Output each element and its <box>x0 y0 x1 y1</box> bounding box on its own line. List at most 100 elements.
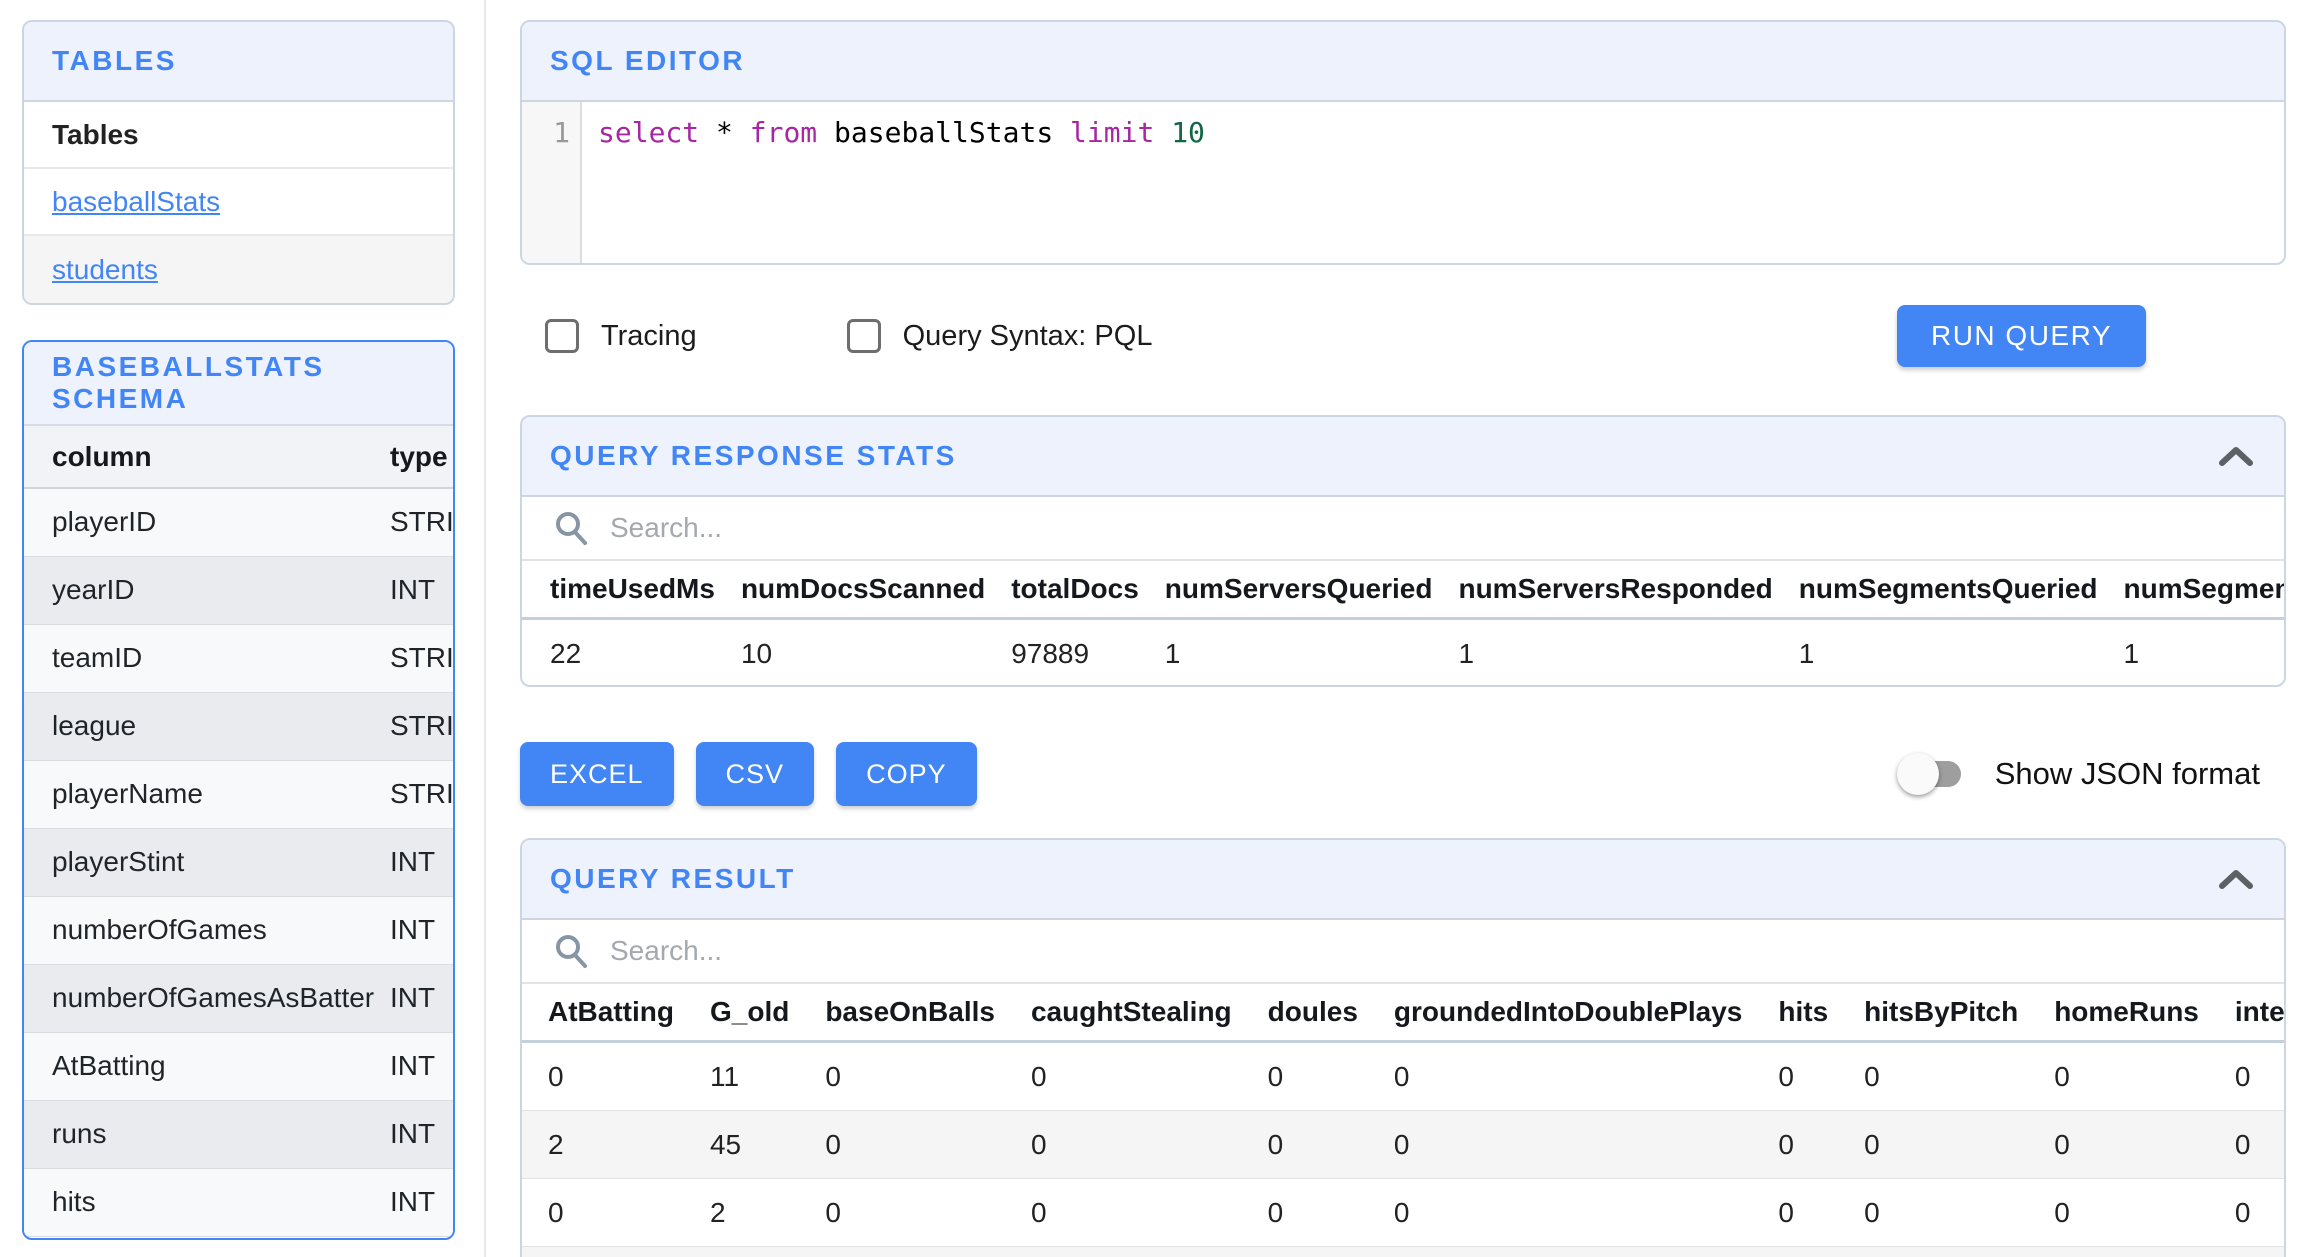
stats-cell: 1 <box>2123 638 2140 669</box>
result-cell: 0 <box>1393 1060 1410 1092</box>
result-cell <box>522 1247 710 1257</box>
query-response-stats-panel: QUERY RESPONSE STATS timeUsedMsnumDocsSc… <box>520 415 2286 687</box>
result-row <box>522 1246 2284 1257</box>
table-link-baseballStats[interactable]: baseballStats <box>52 186 220 218</box>
stats-table: timeUsedMs numDocsScanned totalDocs numServ… <box>522 561 2284 685</box>
schema-column-type: INT <box>390 982 436 1013</box>
result-column-header[interactable]: baseOnBalls <box>825 984 1031 1043</box>
schema-row: numberOfGamesAsBatter INT <box>24 964 453 1032</box>
stats-column-header[interactable]: timeUsedMs <box>522 561 741 620</box>
sql-query-text[interactable]: select * from baseballStats limit 10 <box>582 102 2284 263</box>
result-cell <box>710 1247 825 1257</box>
json-toggle-group: Show JSON format <box>1896 738 2260 810</box>
code-token: from <box>749 116 818 149</box>
schema-column-name: yearID <box>52 574 135 605</box>
schema-column-type: STRING <box>390 778 454 809</box>
stats-column-header[interactable]: numSegmentsQueried <box>1798 561 2124 620</box>
search-icon <box>556 512 587 545</box>
code-token: baseballStats <box>817 116 1071 149</box>
sql-code-editor[interactable]: 1 select * from baseballStats limit 10 <box>522 102 2284 263</box>
result-cell: 2 <box>548 1128 564 1160</box>
schema-column-name: playerStint <box>52 846 185 877</box>
stats-column-header[interactable]: numServersResponded <box>1458 561 1799 620</box>
result-cell <box>2054 1247 2235 1257</box>
schema-table: column type playerID STRING yearID INT teamI… <box>24 426 454 1237</box>
tables-panel: TABLES Tables baseballStats students <box>22 20 455 305</box>
result-column-header[interactable]: hits <box>1778 984 1865 1043</box>
excel-button[interactable]: EXCEL <box>520 742 674 806</box>
schema-row: playerID STRING <box>24 488 453 556</box>
result-column-header[interactable]: doules <box>1267 984 1394 1043</box>
query-result-panel: QUERY RESULT AtBattingG_oldbaseOnBallsca… <box>520 838 2286 1257</box>
result-cell: 0 <box>825 1196 841 1228</box>
result-cell <box>2235 1247 2284 1257</box>
result-search-input[interactable] <box>608 934 1312 968</box>
chevron-up-icon <box>2219 870 2253 889</box>
schema-row: hits INT <box>24 1168 453 1236</box>
result-panel-header: QUERY RESULT <box>522 840 2284 920</box>
pql-checkbox[interactable] <box>846 319 881 353</box>
result-cell: 0 <box>2054 1128 2070 1160</box>
schema-row: yearID INT <box>24 556 453 624</box>
sidebar-main-divider <box>484 0 486 1257</box>
schema-panel-header: BASEBALLSTATS SCHEMA <box>24 342 453 426</box>
tables-panel-header: TABLES <box>24 22 453 102</box>
result-cell: 0 <box>2234 1196 2251 1228</box>
result-cell: 0 <box>1030 1196 1047 1228</box>
result-cell: 0 <box>1030 1060 1047 1092</box>
result-column-header[interactable]: homeRuns <box>2054 984 2235 1043</box>
sql-editor-header: SQL EDITOR <box>522 22 2284 102</box>
stats-cell: 10 <box>740 638 773 669</box>
schema-row: playerStint INT <box>24 828 453 896</box>
tracing-checkbox[interactable] <box>545 319 579 353</box>
result-cell: 0 <box>2054 1060 2070 1092</box>
result-cell: 0 <box>1267 1196 1284 1228</box>
stats-cell: 22 <box>550 638 582 669</box>
stats-search-input[interactable] <box>608 511 1312 545</box>
stats-column-header[interactable]: numDocsScanned <box>740 561 1012 620</box>
result-collapse-button[interactable] <box>2214 864 2258 894</box>
result-column-header[interactable]: hitsByPitch <box>1864 984 2055 1043</box>
result-column-header[interactable]: groundedIntoDoublePlays <box>1393 984 1779 1043</box>
stats-column-header[interactable]: totalDocs <box>1011 561 1165 620</box>
table-list-item: baseballStats <box>24 169 453 236</box>
stats-column-header[interactable]: numServersQueried <box>1164 561 1459 620</box>
schema-column-type: INT <box>390 1050 436 1081</box>
result-panel-title: QUERY RESULT <box>550 863 796 894</box>
stats-collapse-button[interactable] <box>2214 441 2258 471</box>
result-column-header[interactable]: AtBatting <box>522 984 710 1043</box>
schema-column-type: INT <box>390 846 436 877</box>
result-cell: 0 <box>548 1060 564 1092</box>
stats-column-header[interactable]: numSegmentsProcessed <box>2123 561 2284 620</box>
schema-column-name: teamID <box>52 642 143 673</box>
schema-row: playerName STRING <box>24 760 454 828</box>
schema-column-type: INT <box>390 1186 436 1217</box>
code-token: * <box>716 116 733 149</box>
result-cell: 0 <box>1393 1128 1410 1160</box>
schema-panel: BASEBALLSTATS SCHEMA column type playerI… <box>22 340 455 1240</box>
stats-cell: 1 <box>1164 638 1181 669</box>
result-cell: 2 <box>709 1196 726 1228</box>
schema-row: teamID STRING <box>24 624 453 692</box>
result-cell: 0 <box>1267 1060 1284 1092</box>
copy-button[interactable]: COPY <box>836 742 977 806</box>
sql-editor-title: SQL EDITOR <box>550 45 746 76</box>
show-json-toggle[interactable] <box>1896 753 1961 795</box>
schema-col-header-type: type <box>390 426 453 489</box>
stats-cell: 97889 <box>1011 638 1090 669</box>
stats-cell: 1 <box>1458 638 1475 669</box>
result-column-header[interactable]: G_old <box>709 984 826 1043</box>
stats-panel-header: QUERY RESPONSE STATS <box>522 417 2284 497</box>
tracing-checkbox-group: Tracing <box>545 319 697 353</box>
run-query-button[interactable]: RUN QUERY <box>1896 305 2146 367</box>
csv-button[interactable]: CSV <box>695 742 815 806</box>
result-column-header[interactable]: intentionalWalks <box>2234 984 2284 1043</box>
result-cell: 0 <box>2234 1128 2251 1160</box>
toggle-knob <box>1896 753 1939 795</box>
result-column-header[interactable]: caughtStealing <box>1030 984 1268 1043</box>
table-link-students[interactable]: students <box>52 254 158 286</box>
schema-column-type: STRING <box>390 710 454 741</box>
schema-col-header-column: column <box>24 426 390 489</box>
